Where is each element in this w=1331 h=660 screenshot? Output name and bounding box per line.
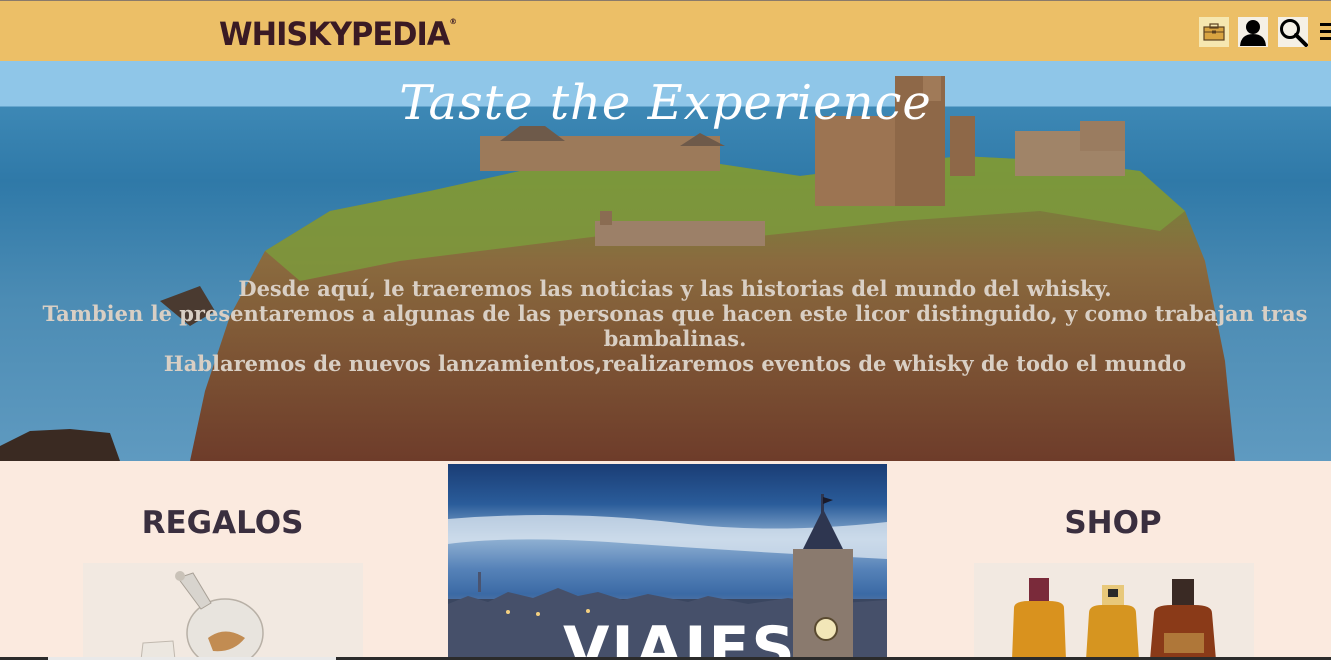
user-icon[interactable]	[1238, 17, 1268, 47]
hero-title: Taste the Experience	[399, 75, 932, 131]
search-icon[interactable]	[1278, 17, 1308, 47]
regalos-image[interactable]	[83, 563, 363, 660]
viajes-card[interactable]: VIAJES	[448, 464, 887, 660]
shop-image[interactable]	[974, 563, 1254, 660]
hero-line-2: Tambien le presentaremos a algunas de la…	[42, 301, 1308, 351]
hero-description: Desde aquí, le traeremos las noticias y …	[40, 276, 1310, 376]
viajes-label[interactable]: VIAJES	[563, 614, 797, 660]
briefcase-icon[interactable]	[1199, 17, 1229, 47]
top-bar: WHISKYPEDIA®	[0, 0, 1331, 61]
regalos-heading[interactable]: REGALOS	[40, 505, 405, 541]
hero-line-1: Desde aquí, le traeremos las noticias y …	[238, 276, 1112, 301]
shop-heading[interactable]: SHOP	[928, 505, 1298, 541]
menu-icon[interactable]	[1318, 17, 1331, 47]
hero-banner: Taste the Experience Desde aquí, le trae…	[0, 61, 1331, 461]
hero-line-3: Hablaremos de nuevos lanzamientos,realiz…	[163, 351, 1187, 376]
site-logo[interactable]: WHISKYPEDIA®	[219, 15, 457, 53]
